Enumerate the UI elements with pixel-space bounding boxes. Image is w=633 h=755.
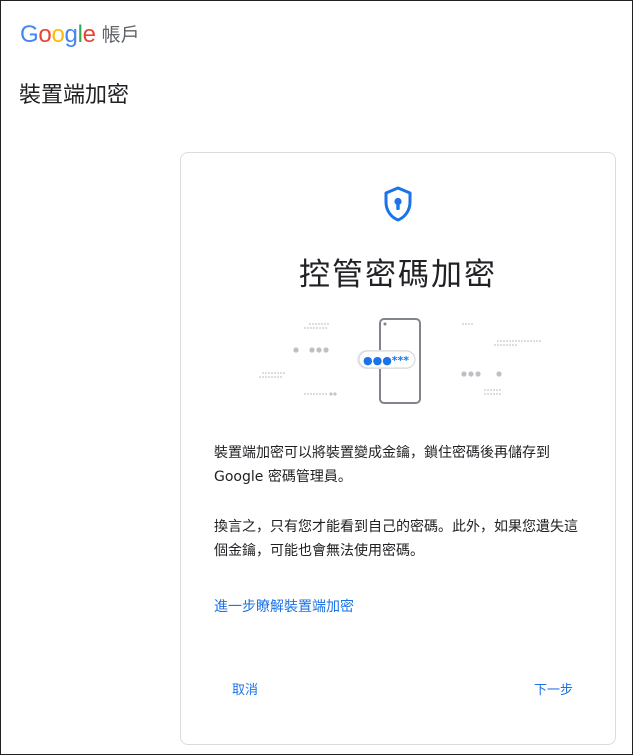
shield-lock-icon [384, 186, 412, 222]
encryption-dialog: 控管密碼加密 ●●●*** 裝置端加密可以將裝置變成金鑰，鎖住密碼後再儲存到 G… [180, 152, 616, 745]
learn-more-link[interactable]: 進一步瞭解裝置端加密 [214, 596, 354, 616]
logo-letter: o [38, 21, 52, 48]
logo-letter: e [82, 21, 96, 48]
page-title: 裝置端加密 [19, 83, 130, 108]
password-mask-text: ●●●*** [363, 354, 409, 367]
product-name: 帳戶 [101, 23, 140, 46]
description-paragraph-1: 裝置端加密可以將裝置變成金鑰，鎖住密碼後再儲存到 Google 密碼管理員。 [214, 445, 550, 485]
window-frame: Google 帳戶 裝置端加密 控管密碼加密 ●●●*** 裝置端加密可以將裝置… [0, 0, 633, 755]
phone-camera [383, 322, 387, 326]
header: Google 帳戶 [20, 19, 140, 51]
next-button[interactable]: 下一步 [516, 677, 591, 705]
decorative-dots-left [259, 323, 337, 396]
google-logo[interactable]: Google [20, 23, 96, 47]
logo-letter: G [20, 21, 39, 48]
phone-key-illustration: ●●●*** [259, 318, 541, 404]
cancel-button[interactable]: 取消 [214, 677, 276, 705]
logo-letter: o [51, 21, 65, 48]
decorative-big-dots-left [293, 347, 329, 353]
description-paragraph-2: 換言之，只有您才能看到自己的密碼。此外，如果您遺失這個金鑰，可能也會無法使用密碼… [214, 519, 578, 559]
dialog-title: 控管密碼加密 [299, 257, 497, 293]
logo-letter: g [64, 21, 78, 48]
decorative-dots-right [462, 323, 541, 395]
decorative-big-dots-right [461, 371, 502, 377]
